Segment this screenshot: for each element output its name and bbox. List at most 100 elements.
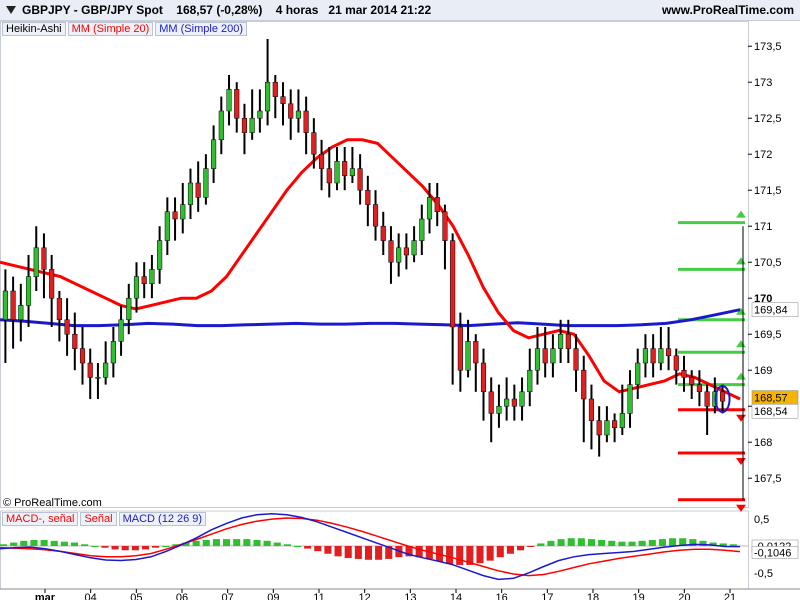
collapse-arrow-icon[interactable] [5, 4, 17, 16]
time-tick-label: 06 [176, 592, 188, 600]
candle-body [565, 333, 571, 349]
candle-body [704, 391, 710, 407]
time-tick-label: 04 [85, 592, 97, 600]
candle-body [673, 355, 679, 371]
macd-histogram-bar [527, 546, 535, 547]
price-tick-label: 172 [754, 149, 772, 161]
macd-histogram-bar [557, 539, 565, 546]
macd-histogram-bar [537, 543, 545, 546]
candle-body [357, 168, 363, 191]
time-tick-label: 11 [313, 592, 324, 600]
up-arrow-icon [736, 257, 746, 265]
candle-body [650, 348, 656, 364]
candle-body [87, 362, 93, 378]
macd-histogram-bar [567, 538, 575, 546]
time-tick-label: 17 [541, 592, 553, 600]
macd-histogram-bar [81, 544, 89, 546]
candle-body [241, 117, 248, 133]
macd-histogram-bar [50, 540, 58, 546]
candle-body [419, 218, 425, 241]
ma20-price-label: 168,54 [754, 406, 788, 418]
ma200-line [0, 308, 741, 328]
candle-body [596, 420, 602, 436]
macd-histogram-bar [91, 546, 99, 547]
macd-histogram-bar [375, 546, 383, 560]
macd-histogram-bar [729, 544, 737, 546]
macd-histogram-bar [496, 546, 504, 558]
macd-histogram-bar [638, 540, 646, 546]
candle-body [450, 240, 456, 328]
price-tick-label: 171,5 [754, 185, 782, 197]
macd-histogram-bar [253, 539, 261, 546]
candle-body [95, 377, 101, 379]
candle-body [681, 369, 687, 378]
candle-body [434, 197, 440, 213]
time-tick-label: 21 [724, 592, 736, 600]
candle-body [118, 319, 124, 342]
macd-histogram-bar [131, 546, 139, 551]
macd-histogram-bar [60, 541, 68, 546]
macd-histogram-bar [598, 539, 606, 546]
candle-body [403, 247, 409, 256]
macd-tick-label: 0,5 [754, 514, 769, 526]
price-tick-label: 169 [754, 365, 772, 377]
candle-body [658, 348, 664, 364]
candle-body [334, 161, 340, 184]
candle-body [211, 139, 217, 169]
candle-body [234, 89, 240, 119]
macd-histogram-bar [273, 542, 281, 546]
candle-body [573, 348, 579, 371]
candle-body [349, 168, 355, 177]
candle-body [141, 276, 147, 285]
macd-histogram-bar [202, 539, 210, 546]
macd-histogram-bar [152, 546, 160, 548]
candle-body [488, 391, 494, 414]
time-tick-label: 12 [359, 592, 371, 600]
macd-histogram-bar [192, 540, 200, 546]
candle-body [272, 81, 278, 97]
candle-body [612, 420, 618, 429]
candle-body [25, 276, 32, 306]
macd-histogram-bar [40, 539, 48, 546]
macd-histogram-bar [446, 546, 454, 565]
candle-body [550, 348, 556, 364]
time-tick-label: 07 [222, 592, 234, 600]
candle-body [280, 96, 286, 105]
price-tick-label: 170,5 [754, 257, 782, 269]
macd-histogram-bar [354, 546, 362, 559]
price-tick-label: 171 [754, 221, 772, 233]
macd-tick-label: -0,5 [754, 568, 773, 580]
macd-histogram-bar [669, 538, 677, 546]
candle-body [527, 369, 533, 393]
macd-histogram-bar [263, 540, 271, 546]
last-price-label: 168,57 [754, 393, 788, 405]
macd-histogram-bar [30, 539, 38, 546]
macd-histogram-bar [486, 546, 494, 561]
site-url[interactable]: www.ProRealTime.com [662, 3, 794, 17]
candle-body [164, 211, 170, 241]
macd-histogram-bar [243, 539, 251, 546]
candle-body [157, 240, 163, 270]
candle-body [33, 247, 39, 277]
down-arrow-icon [736, 414, 746, 422]
macd-histogram-bar [334, 546, 342, 557]
time-tick-label: 14 [450, 592, 462, 600]
candle-body [719, 391, 726, 402]
chart-area[interactable]: 173,5173172,5172171,5171170,5170169,5169… [0, 21, 800, 600]
time-axis: mar 04 05 06 07 09 11 12 13 14 16 17 18 19 20 21 [35, 589, 736, 600]
macd-histogram-bar [283, 544, 291, 546]
candle-body [581, 369, 587, 400]
macd-histogram-bar [506, 546, 514, 554]
macd-histogram-bar [587, 539, 596, 546]
candle-body [126, 297, 132, 321]
candle-body [103, 362, 109, 378]
macd-histogram-bar [516, 546, 525, 551]
candle-body [79, 348, 86, 364]
candle-body [666, 348, 672, 357]
macd-histogram-bar [658, 539, 666, 546]
candle-body [619, 413, 625, 429]
candle-body [318, 153, 325, 169]
candle-body [627, 384, 633, 414]
candle-body [187, 182, 194, 205]
timeframe: 4 horas [275, 3, 319, 17]
